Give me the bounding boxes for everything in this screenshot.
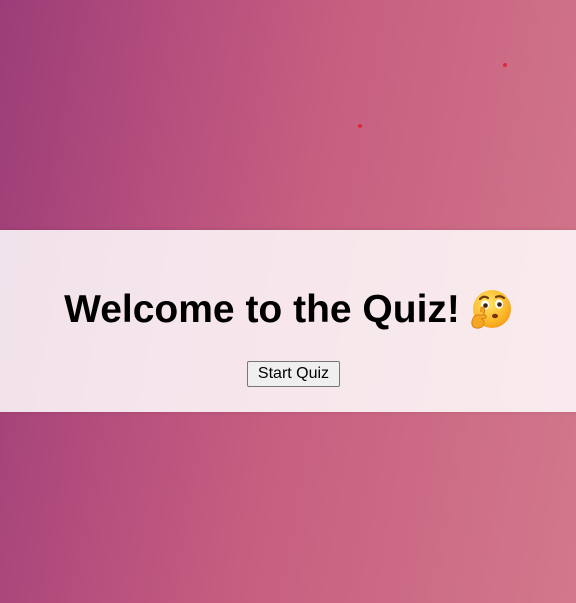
start-quiz-button[interactable]: Start Quiz (247, 361, 340, 387)
thinking-face-icon (468, 288, 512, 332)
title-row: Welcome to the Quiz! (0, 288, 576, 332)
page-title: Welcome to the Quiz! (64, 288, 460, 331)
decorative-dot (503, 63, 507, 67)
welcome-panel: Welcome to the Quiz! Start Quiz (0, 230, 576, 412)
decorative-dot (358, 124, 362, 128)
